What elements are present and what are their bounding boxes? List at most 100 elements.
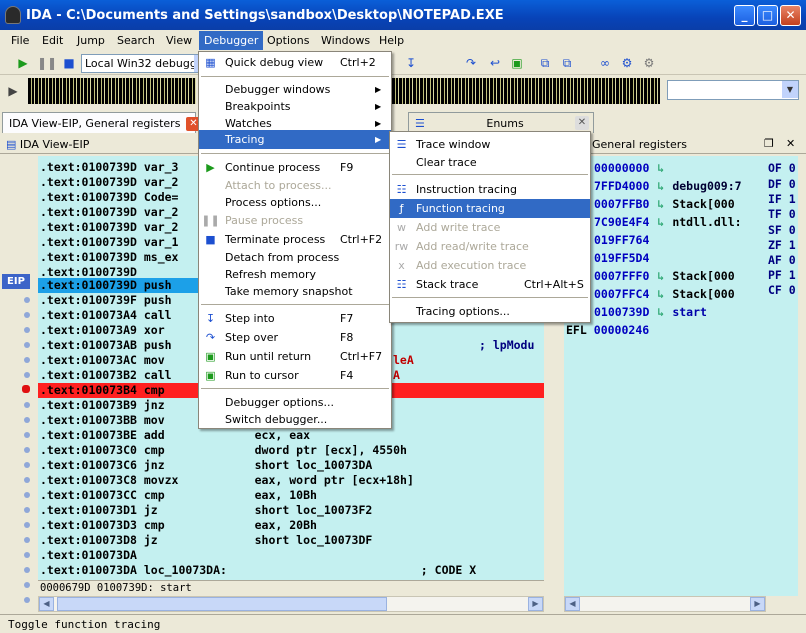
menu-item-function-tracing[interactable]: ƒ Function tracing: [390, 199, 590, 218]
tab-ida-view[interactable]: IDA View-EIP, General registers ✕: [2, 112, 201, 133]
step-into-icon[interactable]: ↧: [402, 54, 420, 72]
close-pane-icon[interactable]: ✕: [786, 137, 795, 150]
disasm-line[interactable]: .text:010073C6 jnz short loc_10073DA: [38, 458, 544, 473]
bp-dot[interactable]: [24, 447, 30, 453]
bp-dot[interactable]: [24, 417, 30, 423]
menu-item-pause[interactable]: ❚❚ Pause process: [199, 211, 391, 230]
disasm-line[interactable]: .text:010073D1 jz short loc_10073F2: [38, 503, 544, 518]
trace-add-icon[interactable]: ⚙: [618, 54, 636, 72]
restore-pane-icon[interactable]: ❐: [764, 137, 774, 150]
menu-item-switch-debugger[interactable]: Switch debugger...: [199, 410, 391, 429]
step-over-icon[interactable]: ↷: [462, 54, 480, 72]
menu-view[interactable]: View: [161, 33, 197, 50]
disasm-line[interactable]: .text:010073DA loc_10073DA: ; CODE X: [38, 563, 544, 578]
flag[interactable]: IF 1: [768, 191, 796, 207]
disasm-line[interactable]: .text:010073C0 cmp dword ptr [ecx], 4550…: [38, 443, 544, 458]
registers-view[interactable]: 00000000 ↳ 7FFD4000 ↳ debug009:7 0007FFB0 ↳ S…: [564, 156, 766, 596]
register-value[interactable]: 00000000: [594, 161, 649, 175]
flag[interactable]: PF 1: [768, 267, 796, 283]
register-value[interactable]: 0007FFB0: [594, 197, 649, 211]
registers-hscrollbar[interactable]: ◀ ▶: [564, 596, 766, 612]
bp-dot[interactable]: [24, 507, 30, 513]
nav-combo[interactable]: ▼: [667, 80, 799, 100]
scroll-right-icon[interactable]: ▶: [750, 597, 765, 611]
menu-item-tracing-options[interactable]: Tracing options...: [390, 302, 590, 321]
disasm-line[interactable]: .text:010073D8 jz short loc_10073DF: [38, 533, 544, 548]
register-value[interactable]: 7C90E4F4: [594, 215, 649, 229]
bp-dot[interactable]: [24, 537, 30, 543]
run-to-cursor-icon[interactable]: ▣: [508, 54, 526, 72]
menu-options[interactable]: Options: [262, 33, 314, 50]
nav-arrow-icon[interactable]: ▶: [4, 82, 22, 100]
menu-item-add-exec-trace[interactable]: x Add execution trace: [390, 256, 590, 275]
menu-item-instruction-tracing[interactable]: ☷ Instruction tracing: [390, 180, 590, 199]
menu-item-terminate[interactable]: ■ Terminate process Ctrl+F2: [199, 230, 391, 249]
debugger-select[interactable]: Local Win32 debugger ▼: [81, 54, 211, 73]
start-process-icon[interactable]: ▶: [14, 54, 32, 72]
disasm-line[interactable]: .text:010073DA: [38, 548, 544, 563]
register-value[interactable]: 00000246: [594, 323, 649, 337]
menu-item-step-into[interactable]: ↧ Step into F7: [199, 309, 391, 328]
disasm-line[interactable]: .text:010073CC cmp eax, 10Bh: [38, 488, 544, 503]
menu-edit[interactable]: Edit: [37, 33, 68, 50]
glasses-icon[interactable]: ∞: [596, 54, 614, 72]
bp-dot[interactable]: [24, 297, 30, 303]
bp-dot[interactable]: [24, 402, 30, 408]
chevron-down-icon[interactable]: ▼: [782, 81, 798, 98]
bp-dot[interactable]: [24, 357, 30, 363]
menu-debugger[interactable]: Debugger: [199, 31, 264, 50]
menu-file[interactable]: File: [6, 33, 34, 50]
pause-icon[interactable]: ❚❚: [37, 54, 57, 72]
bp-dot[interactable]: [24, 567, 30, 573]
scroll-right-icon[interactable]: ▶: [528, 597, 543, 611]
flag[interactable]: OF 0: [768, 160, 796, 176]
menu-item-add-rw-trace[interactable]: rw Add read/write trace: [390, 237, 590, 256]
menu-help[interactable]: Help: [374, 33, 409, 50]
register-value[interactable]: 0100739D: [594, 305, 649, 319]
navigation-strip-right[interactable]: [392, 78, 660, 104]
disasm-line[interactable]: .text:010073BE add ecx, eax: [38, 428, 544, 443]
menu-item-run-until-return[interactable]: ▣ Run until return Ctrl+F7: [199, 347, 391, 366]
bp-dot[interactable]: [24, 312, 30, 318]
run-until-return-icon[interactable]: ↩: [486, 54, 504, 72]
register-value[interactable]: 019FF764: [594, 233, 649, 247]
menu-item-trace-window[interactable]: ☰ Trace window: [390, 135, 590, 154]
ida-app-icon[interactable]: [5, 6, 21, 24]
bp-dot[interactable]: [24, 327, 30, 333]
disasm-line[interactable]: .text:010073D3 cmp eax, 20Bh: [38, 518, 544, 533]
flag[interactable]: SF 0: [768, 222, 796, 238]
close-tab-icon[interactable]: ✕: [575, 116, 589, 130]
bp-dot[interactable]: [24, 522, 30, 528]
flag[interactable]: DF 0: [768, 176, 796, 192]
menu-search[interactable]: Search: [112, 33, 160, 50]
menu-item-run-to-cursor[interactable]: ▣ Run to cursor F4: [199, 366, 391, 385]
menu-item-add-write-trace[interactable]: w Add write trace: [390, 218, 590, 237]
bp-dot[interactable]: [24, 432, 30, 438]
menu-item-step-over[interactable]: ↷ Step over F8: [199, 328, 391, 347]
scroll-left-icon[interactable]: ◀: [565, 597, 580, 611]
bp-dot[interactable]: [24, 552, 30, 558]
bp-dot[interactable]: [24, 342, 30, 348]
menu-jump[interactable]: Jump: [72, 33, 110, 50]
menu-item-clear-trace[interactable]: Clear trace: [390, 153, 590, 172]
scroll-left-icon[interactable]: ◀: [39, 597, 54, 611]
scroll-thumb[interactable]: [57, 597, 387, 611]
breakpoint-icon[interactable]: [22, 385, 30, 393]
bp-dot[interactable]: [24, 582, 30, 588]
register-value[interactable]: 019FF5D4: [594, 251, 649, 265]
minimize-button[interactable]: _: [734, 5, 755, 26]
window2-icon[interactable]: ⧉: [558, 54, 576, 72]
window-icon[interactable]: ⧉: [536, 54, 554, 72]
register-value[interactable]: 7FFD4000: [594, 179, 649, 193]
close-button[interactable]: ✕: [780, 5, 801, 26]
register-value[interactable]: 0007FFF0: [594, 269, 649, 283]
bp-dot[interactable]: [24, 477, 30, 483]
flag[interactable]: AF 0: [768, 252, 796, 268]
register-value[interactable]: 0007FFC4: [594, 287, 649, 301]
flag[interactable]: CF 0: [768, 282, 796, 298]
navigation-strip[interactable]: [28, 78, 196, 104]
menu-item-take-snapshot[interactable]: Take memory snapshot: [199, 282, 391, 301]
bp-dot[interactable]: [24, 492, 30, 498]
trace-remove-icon[interactable]: ⚙: [640, 54, 658, 72]
disasm-gutter[interactable]: EIP: [0, 156, 38, 616]
